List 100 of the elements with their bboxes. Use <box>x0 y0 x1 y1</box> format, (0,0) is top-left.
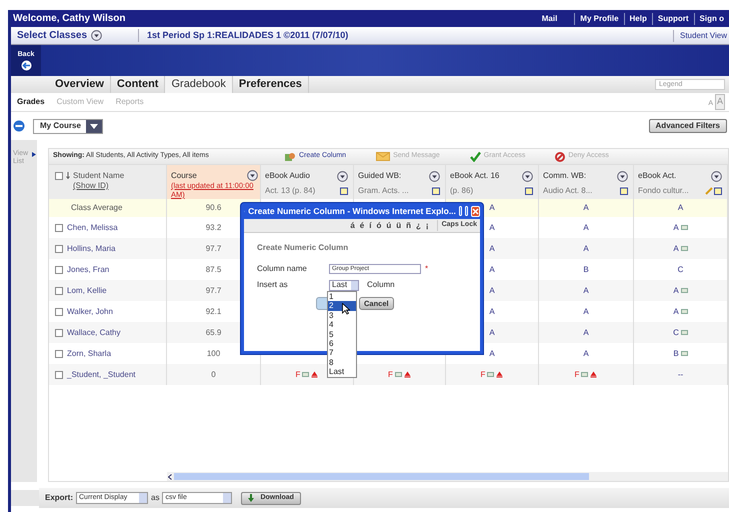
student-name[interactable]: Walker, John <box>67 306 113 318</box>
sort-arrow-icon <box>66 172 70 179</box>
dropdown-option[interactable]: 3 <box>328 310 356 320</box>
as-label: as <box>151 492 160 504</box>
grade: A <box>673 306 679 318</box>
dropdown-option[interactable]: 1 <box>328 292 356 302</box>
sidebar-footer <box>11 490 39 506</box>
column-header: eBook Audio <box>265 170 310 182</box>
student-name[interactable]: Jones, Fran <box>67 264 110 276</box>
alert-icon <box>496 371 504 378</box>
header-link[interactable]: Sign o <box>694 12 729 24</box>
comment-icon <box>680 246 688 252</box>
required-mark: * <box>425 263 428 275</box>
grade: B <box>583 264 589 276</box>
grade: A <box>583 202 589 214</box>
dropdown-option[interactable]: 7 <box>328 348 356 358</box>
grade: A <box>583 242 589 254</box>
header-link[interactable]: My Profile <box>574 12 624 24</box>
minimize-button[interactable] <box>458 206 462 216</box>
accent-key[interactable]: ü <box>396 220 402 232</box>
accent-key[interactable]: á <box>350 220 355 232</box>
column-header: eBook Act. <box>638 170 676 182</box>
student-name[interactable]: Zorn, Sharla <box>67 348 112 360</box>
calendar-icon <box>525 187 533 195</box>
header-link[interactable]: Support <box>652 12 694 24</box>
accent-key[interactable]: ¿ <box>416 220 421 232</box>
accent-key[interactable]: í <box>369 220 372 232</box>
column-menu-icon <box>617 170 628 182</box>
pencil-icon <box>705 187 713 195</box>
grade: A <box>489 202 495 214</box>
row-checkbox[interactable] <box>55 286 63 294</box>
student-name-header[interactable]: Student Name <box>73 171 124 181</box>
maximize-button[interactable] <box>464 206 468 216</box>
calendar-icon <box>620 187 628 195</box>
row-checkbox[interactable] <box>55 370 63 378</box>
accent-key[interactable]: ó <box>376 220 382 232</box>
tab[interactable]: Overview <box>49 76 111 93</box>
comment-icon <box>680 224 688 230</box>
grade: A <box>583 222 589 234</box>
select-classes-label[interactable]: Select Classes <box>17 28 88 43</box>
advanced-filters-button[interactable]: Advanced Filters <box>648 119 727 133</box>
student-name[interactable]: Hollins, Maria <box>67 242 116 254</box>
close-button[interactable] <box>471 206 480 216</box>
grade: C <box>673 326 679 338</box>
comment-icon <box>487 372 494 378</box>
student-name[interactable]: Wallace, Cathy <box>67 326 120 338</box>
show-id-link[interactable]: (Show ID) <box>73 181 124 191</box>
alert-icon <box>590 371 598 378</box>
column-header: eBook Act. 16 <box>450 170 500 182</box>
alert-icon <box>404 371 411 378</box>
tab[interactable]: Preferences <box>232 76 309 93</box>
column-menu-icon <box>429 170 440 182</box>
accent-key[interactable]: ú <box>386 220 392 232</box>
select-all-checkbox[interactable] <box>55 172 63 180</box>
dropdown-option[interactable]: 4 <box>328 320 356 330</box>
dropdown-option[interactable]: 6 <box>328 339 356 348</box>
accent-key[interactable]: ¡ <box>426 220 429 232</box>
header-link[interactable]: Help <box>624 12 652 24</box>
row-checkbox[interactable] <box>55 308 63 316</box>
student-name[interactable]: Chen, Melissa <box>67 222 118 234</box>
course-grade-cell: 0 <box>167 364 261 385</box>
calendar-icon <box>340 187 348 195</box>
column-subtitle: Audio Act. 8... <box>543 185 592 197</box>
dropdown-option[interactable]: 8 <box>328 358 356 368</box>
column-header: Comm. WB: <box>543 170 586 182</box>
grade: A <box>583 284 589 296</box>
dropdown-option[interactable]: Last <box>328 367 356 377</box>
add-column-icon <box>284 152 296 162</box>
header-link[interactable]: Mail <box>536 12 562 24</box>
caret-icon <box>86 120 102 132</box>
accent-key[interactable]: ñ <box>406 220 412 232</box>
class-name: 1st Period Sp 1:REALIDADES 1 ©2011 (7/07/10) <box>138 28 673 42</box>
grade: C <box>678 264 684 276</box>
row-checkbox[interactable] <box>55 244 63 252</box>
comment-icon <box>394 372 402 378</box>
row-checkbox[interactable] <box>55 350 63 358</box>
grade: A <box>489 222 495 234</box>
tab[interactable]: Gradebook <box>165 76 233 93</box>
dropdown-option[interactable]: 5 <box>328 330 356 340</box>
grade: F <box>480 368 486 380</box>
subnav-link[interactable]: Grades <box>17 96 45 108</box>
accent-key[interactable]: é <box>360 220 364 232</box>
insert-position-select[interactable]: Last <box>329 280 359 290</box>
horizontal-scrollbar[interactable] <box>167 472 728 481</box>
grade: A <box>489 284 495 296</box>
course-icon <box>13 120 25 132</box>
row-checkbox[interactable] <box>55 328 63 336</box>
calendar-icon <box>714 187 722 195</box>
column-menu-icon <box>337 170 348 182</box>
row-checkbox[interactable] <box>55 224 63 232</box>
student-name[interactable]: Lom, Kellie <box>67 284 107 296</box>
course-select[interactable]: My Course <box>33 118 103 134</box>
close-icon <box>472 208 479 214</box>
student-name[interactable]: _Student, _Student <box>67 368 136 380</box>
comment-icon <box>680 330 688 336</box>
row-checkbox[interactable] <box>55 266 63 274</box>
grade: F <box>574 368 580 380</box>
envelope-icon <box>376 152 390 161</box>
student-view-link[interactable]: Student View <box>673 30 729 42</box>
select-classes-dropdown-icon <box>91 30 102 41</box>
